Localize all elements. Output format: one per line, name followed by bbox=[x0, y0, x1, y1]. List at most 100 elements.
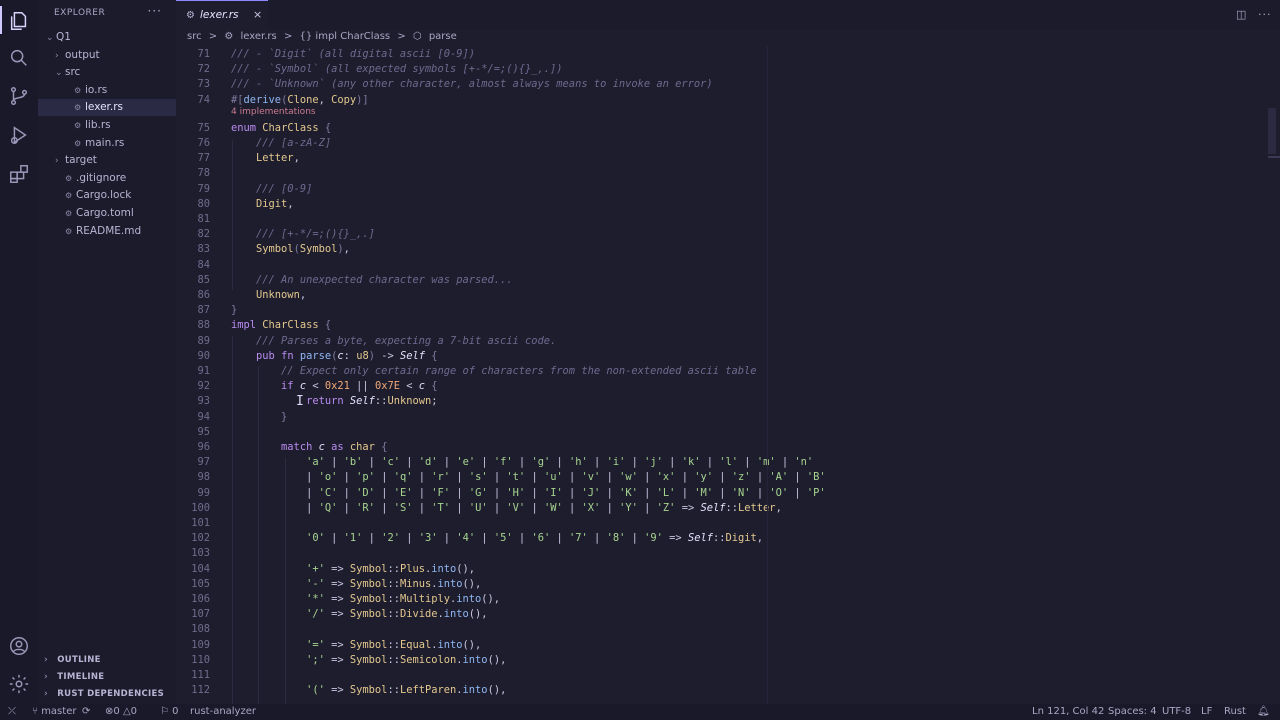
line-number: 91 bbox=[197, 365, 210, 377]
notifications-bell-icon[interactable]: 🔔︎ bbox=[1257, 704, 1270, 720]
line-number: 85 bbox=[197, 273, 210, 286]
tree-item[interactable]: › target bbox=[38, 152, 176, 169]
more-actions-icon[interactable]: ··· bbox=[1258, 8, 1272, 21]
end-of-line[interactable]: LF bbox=[1201, 704, 1212, 720]
breadcrumb-parse[interactable]: parse bbox=[429, 31, 457, 42]
extensions-icon[interactable] bbox=[7, 162, 31, 186]
branch-indicator[interactable]: ⑂ master bbox=[32, 704, 76, 720]
line-number: 94 bbox=[197, 410, 210, 423]
account-icon[interactable] bbox=[7, 634, 31, 658]
code-text: pub fn parse(c: u8) -> Self { bbox=[256, 349, 438, 362]
code-text: | 'o' | 'p' | 'q' | 'r' | 's' | 't' | 'u… bbox=[231, 471, 826, 484]
code-text: Symbol(Symbol), bbox=[256, 243, 350, 256]
file-icon: ⚙ bbox=[65, 209, 73, 218]
tree-item[interactable]: ⚙ io.rs bbox=[38, 82, 176, 99]
breadcrumb-src[interactable]: src bbox=[187, 31, 202, 42]
code-line: 102 '0' | '1' | '2' | '3' | '4' | '5' | … bbox=[176, 531, 1266, 546]
rust-file-icon: ⚙ bbox=[186, 10, 195, 21]
section-label: OUTLINE bbox=[57, 655, 101, 665]
tree-item[interactable]: ⚙ Cargo.lock bbox=[38, 187, 176, 204]
search-icon[interactable] bbox=[7, 46, 31, 70]
remote-icon[interactable]: ⤫ bbox=[8, 704, 16, 720]
tree-item[interactable]: ⌄ Q1 bbox=[38, 29, 176, 46]
section-label: RUST DEPENDENCIES bbox=[57, 689, 165, 699]
code-text: '+' => Symbol::Plus.into(), bbox=[306, 562, 476, 575]
code-text: } bbox=[281, 410, 288, 423]
rust-analyzer-status[interactable]: rust-analyzer bbox=[190, 704, 256, 720]
code-line: 107 '/' => Symbol::Divide.into(), bbox=[176, 607, 1266, 622]
tree-item[interactable]: ⚙ main.rs bbox=[38, 135, 176, 152]
line-number: 101 bbox=[191, 517, 210, 529]
line-number: 71 bbox=[197, 48, 210, 60]
more-actions-icon[interactable]: ··· bbox=[148, 4, 162, 18]
info-indicator[interactable]: ⚐ 0 bbox=[160, 704, 179, 720]
line-number: 84 bbox=[197, 258, 210, 271]
language-mode[interactable]: Rust bbox=[1224, 704, 1246, 720]
section-rust-dependencies[interactable]: › RUST DEPENDENCIES bbox=[38, 686, 176, 703]
code-line: 86 Unknown, bbox=[176, 288, 1266, 303]
file-icon: ⚙ bbox=[74, 121, 82, 130]
line-number: 107 bbox=[191, 608, 210, 621]
line-number: 75 bbox=[197, 121, 210, 134]
tab-lexer-rs[interactable]: ⚙ lexer.rs × bbox=[176, 0, 268, 30]
line-number: 100 bbox=[191, 501, 210, 514]
code-line: 75 enum CharClass { bbox=[176, 121, 1266, 136]
settings-gear-icon[interactable] bbox=[7, 672, 31, 696]
encoding[interactable]: UTF-8 bbox=[1162, 704, 1191, 720]
codelens-implementations[interactable]: 4 implementations bbox=[231, 107, 316, 119]
tree-item[interactable]: ⚙ .gitignore bbox=[38, 170, 176, 187]
problems-indicator[interactable]: ⊗0 △0 bbox=[105, 704, 137, 720]
code-line: 76 /// [a-zA-Z] bbox=[176, 136, 1266, 151]
code-text: /// Parses a byte, expecting a 7-bit asc… bbox=[256, 334, 557, 347]
line-number: 87 bbox=[197, 304, 210, 317]
code-text: return Self::Unknown; bbox=[306, 395, 438, 408]
tree-item[interactable]: ⚙ README.md bbox=[38, 223, 176, 240]
source-control-icon[interactable] bbox=[7, 84, 31, 108]
line-number: 90 bbox=[197, 349, 210, 362]
tree-item[interactable]: ⚙ lib.rs bbox=[38, 117, 176, 134]
section-timeline[interactable]: › TIMELINE bbox=[38, 669, 176, 686]
code-line: 73 /// - `Unknown` (any other character, … bbox=[176, 77, 1266, 92]
tree-item[interactable]: › output bbox=[38, 47, 176, 64]
tree-item[interactable]: ⚙ lexer.rs bbox=[38, 99, 176, 117]
code-line: 78 bbox=[176, 166, 1266, 181]
line-number: 109 bbox=[191, 638, 210, 651]
tree-item-label: lib.rs bbox=[85, 119, 111, 131]
text-cursor-icon: I bbox=[296, 394, 304, 409]
line-number: 111 bbox=[191, 669, 210, 681]
code-text: Letter, bbox=[256, 152, 300, 165]
explorer-icon[interactable] bbox=[7, 9, 31, 33]
code-line: 110 ';' => Symbol::Semicolon.into(), bbox=[176, 653, 1266, 668]
sync-icon[interactable]: ⟳ bbox=[82, 704, 90, 720]
chevron-right-icon: › bbox=[55, 156, 59, 167]
code-line: 74 #[derive(Clone, Copy)] bbox=[176, 93, 1266, 108]
line-number: 92 bbox=[197, 380, 210, 393]
split-editor-icon[interactable]: ◫ bbox=[1236, 8, 1246, 21]
breadcrumb-impl[interactable]: {} impl CharClass bbox=[300, 31, 391, 42]
tree-item-label: Q1 bbox=[56, 31, 71, 43]
indentation[interactable]: Spaces: 4 bbox=[1108, 704, 1157, 720]
line-number: 81 bbox=[197, 213, 210, 225]
code-text: 'a' | 'b' | 'c' | 'd' | 'e' | 'f' | 'g' … bbox=[306, 456, 814, 469]
tree-item-label: output bbox=[65, 48, 100, 61]
close-tab-icon[interactable]: × bbox=[253, 8, 262, 21]
section-outline[interactable]: › OUTLINE bbox=[38, 652, 176, 669]
branch-name: master bbox=[41, 706, 77, 717]
vertical-scrollbar[interactable] bbox=[1268, 108, 1276, 154]
line-number: 97 bbox=[197, 456, 210, 469]
tree-item[interactable]: ⌄ src bbox=[38, 64, 176, 81]
run-debug-icon[interactable] bbox=[7, 123, 31, 147]
code-text: /// [0-9] bbox=[256, 182, 313, 195]
tree-item[interactable]: ⚙ Cargo.toml bbox=[38, 205, 176, 222]
cursor-position[interactable]: Ln 121, Col 42 bbox=[1032, 704, 1104, 720]
line-number: 103 bbox=[191, 547, 210, 560]
active-indicator bbox=[0, 6, 2, 34]
code-editor[interactable]: 71 /// - `Digit` (all digital ascii [0-9]… bbox=[176, 46, 1266, 704]
tab-bar: ⚙ lexer.rs × ◫ ··· bbox=[176, 0, 1280, 30]
code-line: 93 return Self::Unknown; bbox=[176, 394, 1266, 409]
code-line: 104 '+' => Symbol::Plus.into(), bbox=[176, 562, 1266, 577]
code-text: impl CharClass { bbox=[231, 319, 332, 332]
file-icon: ⚙ bbox=[65, 173, 73, 183]
breadcrumb-file[interactable]: lexer.rs bbox=[241, 31, 277, 42]
breadcrumb-separator: > bbox=[283, 31, 293, 42]
